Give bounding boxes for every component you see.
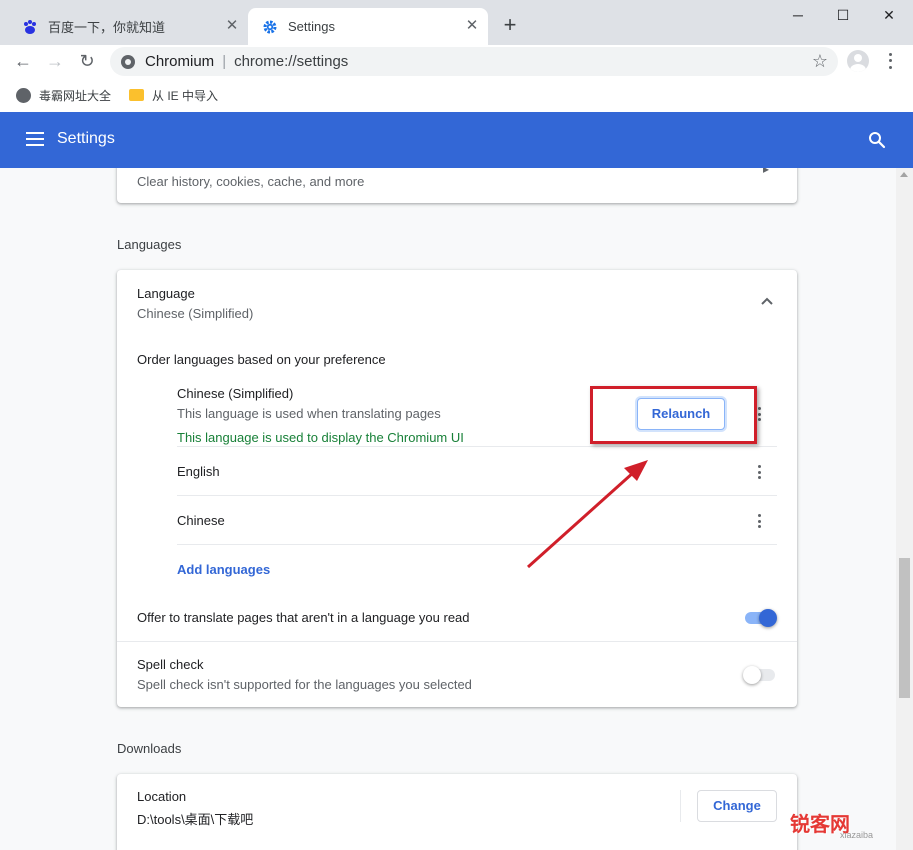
clear-browsing-secondary: Clear history, cookies, cache, and more	[137, 174, 365, 189]
relaunch-button[interactable]: Relaunch	[637, 398, 725, 430]
profile-avatar-icon[interactable]	[847, 50, 869, 72]
languages-card: Language Chinese (Simplified) Order lang…	[117, 270, 797, 707]
language-item-name: English	[177, 464, 220, 479]
window-close-icon[interactable]: ✕	[866, 4, 912, 26]
location-label: Location	[137, 789, 187, 804]
page-title: Settings	[57, 130, 115, 147]
gear-icon	[262, 19, 278, 35]
bookmark-item[interactable]: 从 IE 中导入	[129, 87, 218, 104]
privacy-card: Clear history, cookies, cache, and more …	[117, 168, 797, 203]
baidu-paw-icon	[22, 19, 38, 35]
bookmark-label: 毒霸网址大全	[39, 88, 112, 103]
chevron-up-icon[interactable]	[760, 296, 774, 306]
divider	[117, 641, 797, 642]
divider	[177, 446, 777, 447]
close-tab-icon[interactable]: ✕	[464, 18, 480, 34]
url-text: chrome://settings	[234, 53, 349, 70]
language-label: Language	[137, 286, 195, 301]
folder-icon	[129, 89, 145, 101]
vertical-separator	[680, 790, 681, 822]
add-languages-link[interactable]: Add languages	[177, 562, 270, 577]
forward-icon[interactable]: →	[43, 49, 67, 73]
tab-strip: 百度一下，你就知道 ✕ Settings ✕ + ─ ☐ ✕	[0, 0, 913, 45]
tab-baidu[interactable]: 百度一下，你就知道 ✕	[8, 8, 248, 45]
tab-title: Settings	[288, 19, 335, 34]
search-icon[interactable]	[868, 131, 886, 149]
divider	[177, 544, 777, 545]
watermark-subtext: xiazaiba	[840, 830, 874, 840]
chevron-right-icon[interactable]: ▸	[763, 168, 769, 176]
omnibox-separator: |	[222, 53, 227, 70]
scrollbar-thumb[interactable]	[899, 558, 910, 698]
language-item-ui-note: This language is used to display the Chr…	[177, 430, 464, 445]
more-actions-icon[interactable]	[757, 465, 761, 479]
divider	[177, 495, 777, 496]
offer-translate-toggle[interactable]	[745, 609, 777, 627]
language-value: Chinese (Simplified)	[137, 306, 254, 321]
bookmark-label: 从 IE 中导入	[152, 88, 219, 103]
language-item-note: This language is used when translating p…	[177, 406, 441, 421]
offer-translate-label: Offer to translate pages that aren't in …	[137, 610, 470, 625]
more-actions-icon[interactable]	[757, 514, 761, 528]
back-icon[interactable]: ←	[11, 49, 35, 73]
section-title-downloads: Downloads	[117, 741, 182, 756]
hamburger-menu-icon[interactable]	[26, 132, 44, 146]
chromium-icon	[121, 54, 135, 69]
settings-content: Clear history, cookies, cache, and more …	[0, 168, 896, 850]
scroll-up-icon[interactable]	[900, 172, 908, 177]
order-languages-label: Order languages based on your preference	[137, 352, 386, 367]
spell-check-toggle[interactable]	[743, 666, 777, 684]
downloads-card: Location D:\tools\桌面\下载吧 Change	[117, 774, 797, 850]
globe-icon	[16, 87, 31, 103]
change-location-button[interactable]: Change	[697, 790, 777, 822]
browser-toolbar: ← → ↻ Chromium | chrome://settings ☆	[0, 45, 913, 78]
browser-menu-icon[interactable]	[883, 51, 897, 71]
watermark-logo: 锐客网 xiazaiba	[790, 800, 900, 844]
tab-title: 百度一下，你就知道	[48, 20, 166, 35]
spell-check-secondary: Spell check isn't supported for the lang…	[137, 677, 472, 692]
bookmark-item[interactable]: 毒霸网址大全	[16, 87, 111, 104]
more-actions-icon[interactable]	[757, 407, 761, 421]
section-title-languages: Languages	[117, 237, 182, 252]
bookmarks-bar: 毒霸网址大全 从 IE 中导入	[0, 78, 913, 112]
address-bar[interactable]: Chromium | chrome://settings ☆	[110, 47, 838, 76]
language-item-name: Chinese (Simplified)	[177, 386, 294, 401]
tab-settings[interactable]: Settings ✕	[248, 8, 488, 45]
scrollbar[interactable]	[896, 168, 913, 850]
close-tab-icon[interactable]: ✕	[224, 18, 240, 34]
spell-check-label: Spell check	[137, 657, 204, 672]
settings-header: Settings	[0, 112, 913, 168]
location-value: D:\tools\桌面\下载吧	[137, 812, 254, 827]
site-name: Chromium	[145, 53, 215, 70]
reload-icon[interactable]: ↻	[75, 49, 99, 73]
bookmark-star-icon[interactable]: ☆	[812, 51, 828, 72]
new-tab-icon[interactable]: +	[498, 13, 522, 37]
language-item-name: Chinese	[177, 513, 225, 528]
maximize-icon[interactable]: ☐	[820, 4, 866, 26]
minimize-icon[interactable]: ─	[775, 4, 821, 26]
